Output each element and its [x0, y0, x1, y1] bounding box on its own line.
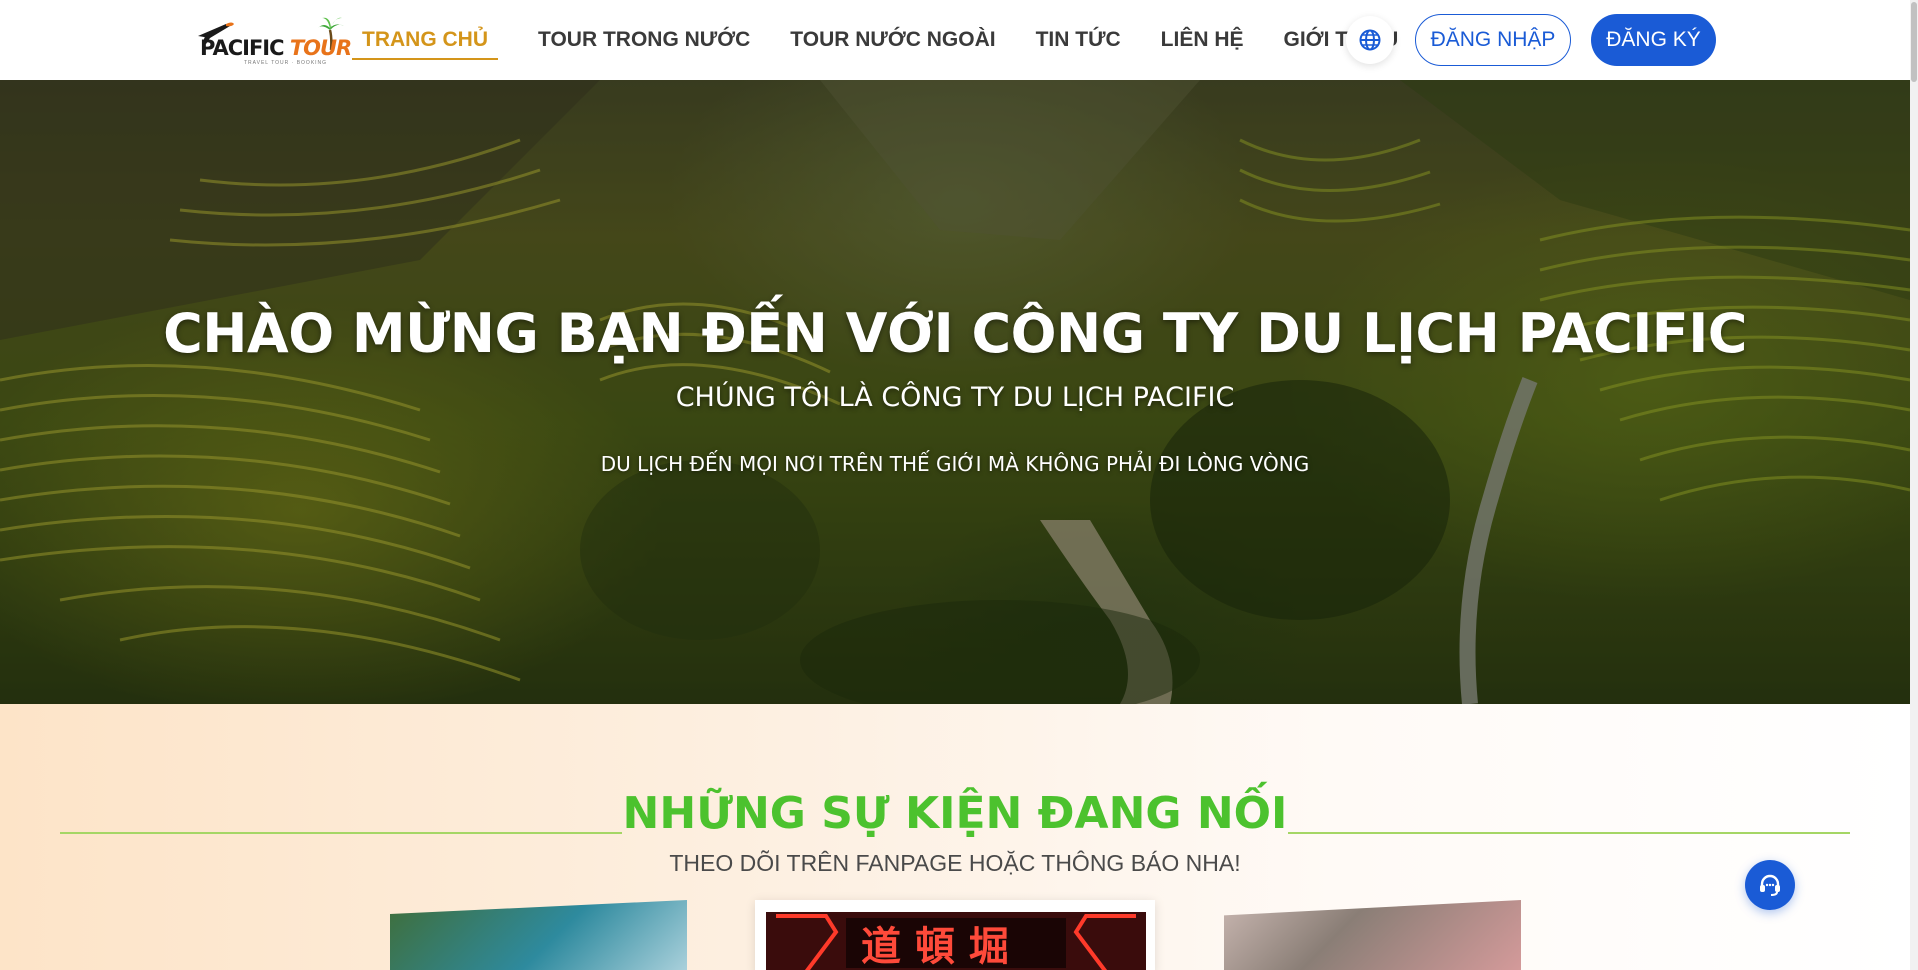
svg-text:道 頓 堀: 道 頓 堀 — [861, 924, 1009, 970]
logo-accent-text: TOUR — [289, 36, 352, 60]
nav-item-trang-chu[interactable]: TRANG CHỦ — [352, 22, 498, 60]
nav-item-tin-tuc[interactable]: TIN TỨC — [1036, 22, 1121, 58]
page-scrollbar[interactable] — [1910, 0, 1918, 970]
event-card-center-image[interactable]: 道 頓 堀 — [766, 912, 1146, 970]
nav-item-tour-nuoc-ngoai[interactable]: TOUR NƯỚC NGOÀI — [790, 22, 995, 58]
register-button[interactable]: ĐĂNG KÝ — [1591, 14, 1716, 66]
main-nav: TRANG CHỦ TOUR TRONG NƯỚC TOUR NƯỚC NGOÀ… — [352, 0, 1438, 80]
login-button[interactable]: ĐĂNG NHẬP — [1415, 14, 1571, 66]
support-chat-button[interactable] — [1745, 860, 1795, 910]
hero-banner: CHÀO MỪNG BẠN ĐẾN VỚI CÔNG TY DU LỊCH PA… — [0, 80, 1910, 704]
headset-icon — [1760, 874, 1780, 896]
logo-tagline: TRAVEL TOUR · BOOKING — [244, 60, 328, 66]
event-card-right[interactable] — [1224, 900, 1521, 970]
scrollbar-thumb[interactable] — [1911, 2, 1917, 82]
language-button[interactable] — [1346, 16, 1394, 64]
nav-item-lien-he[interactable]: LIÊN HỆ — [1161, 22, 1244, 58]
events-title: NHỮNG SỰ KIỆN ĐANG NỐI — [622, 788, 1288, 839]
events-section: NHỮNG SỰ KIỆN ĐANG NỐI THEO DÕI TRÊN FAN… — [0, 704, 1910, 970]
event-card-left[interactable] — [390, 900, 687, 970]
hero-tagline: DU LỊCH ĐẾN MỌI NƠI TRÊN THẾ GIỚI MÀ KHÔ… — [600, 452, 1310, 476]
globe-icon — [1359, 29, 1381, 51]
hero-title: CHÀO MỪNG BẠN ĐẾN VỚI CÔNG TY DU LỊCH PA… — [163, 302, 1747, 365]
hero-subtitle: CHÚNG TÔI LÀ CÔNG TY DU LỊCH PACIFIC — [675, 382, 1235, 413]
nav-item-tour-trong-nuoc[interactable]: TOUR TRONG NƯỚC — [538, 22, 750, 58]
neon-sign-image: 道 頓 堀 — [766, 912, 1146, 970]
logo-main-text: PACIFIC — [200, 36, 285, 60]
events-subtitle: THEO DÕI TRÊN FANPAGE HOẶC THÔNG BÁO NHA… — [669, 850, 1241, 876]
pacific-tour-logo[interactable]: PACIFIC TOUR TRAVEL TOUR · BOOKING — [196, 17, 352, 68]
site-header: PACIFIC TOUR TRAVEL TOUR · BOOKING TRANG… — [0, 0, 1910, 80]
